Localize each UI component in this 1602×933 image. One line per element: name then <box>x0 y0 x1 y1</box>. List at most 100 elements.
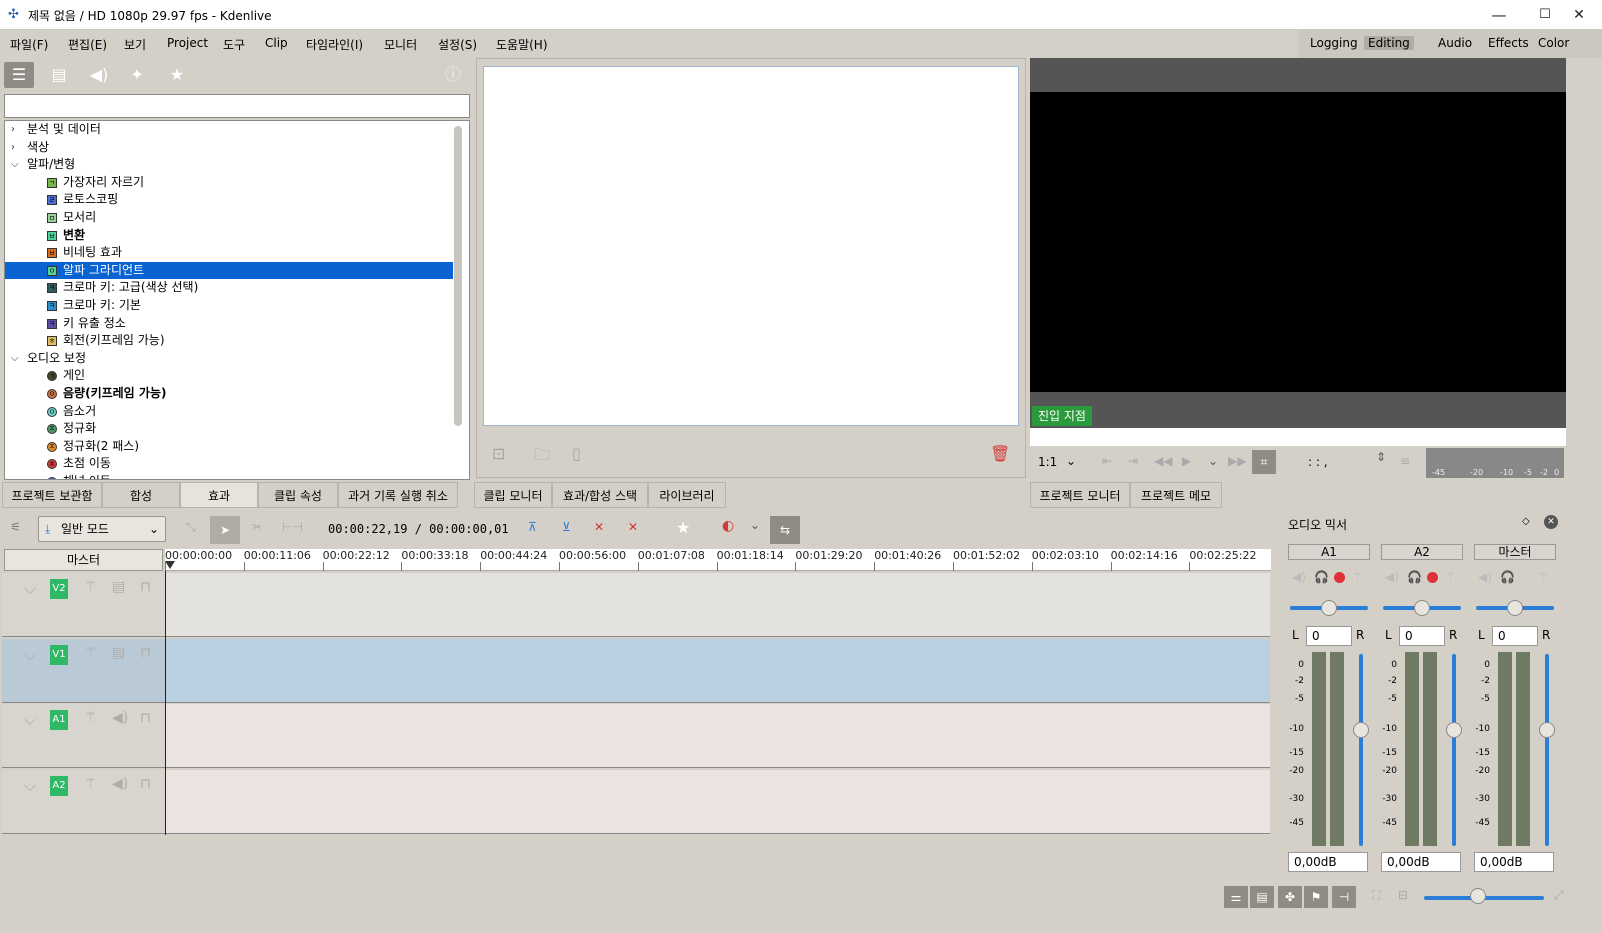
chevron-down-icon[interactable]: ⌄ <box>1066 454 1076 468</box>
razor-icon[interactable]: ✂ <box>252 520 262 534</box>
list-view-icon[interactable]: ☰ <box>4 62 34 88</box>
slip-icon[interactable]: ⊢⊣ <box>282 520 303 534</box>
menu-settings[interactable]: 설정(S) <box>438 36 477 53</box>
track-lane[interactable] <box>166 573 1270 637</box>
tab-project-monitor[interactable]: 프로젝트 모니터 <box>1030 482 1130 508</box>
select-tool-icon[interactable]: ➤ <box>210 516 240 544</box>
volume-fader-knob[interactable] <box>1539 722 1555 738</box>
folder-icon[interactable]: 🗀 <box>534 444 550 471</box>
pan-spinbox[interactable]: 0 <box>1306 626 1352 646</box>
tab-clip-monitor[interactable]: 클립 모니터 <box>474 482 552 508</box>
effects-wand-icon[interactable]: ⚚ <box>84 579 97 595</box>
effect-item[interactable]: ㅊ 채널 이동 <box>5 473 453 479</box>
layout-color[interactable]: Color <box>1534 36 1573 50</box>
pan-knob[interactable] <box>1321 600 1337 616</box>
layout-editing[interactable]: Editing <box>1364 36 1414 50</box>
collapse-icon[interactable]: ⌵ <box>24 645 36 665</box>
lock-icon[interactable]: ⊓ <box>140 579 151 595</box>
collapse-icon[interactable]: ⌵ <box>24 579 36 599</box>
tab-effect-stack[interactable]: 효과/합성 스택 <box>552 482 648 508</box>
tab-effects[interactable]: 효과 <box>180 482 258 508</box>
collapse-icon[interactable]: ⌵ <box>24 776 36 796</box>
favorite-icon[interactable]: ★ <box>676 518 690 537</box>
effects-icon[interactable]: ⚚ <box>1538 570 1549 584</box>
collapse-icon[interactable]: ⌵ <box>24 710 36 730</box>
clip-icon[interactable]: ▯ <box>572 444 581 463</box>
effect-item[interactable]: ㅇ 음소거 <box>5 403 453 420</box>
tab-clip-properties[interactable]: 클립 속성 <box>258 482 338 508</box>
effect-item[interactable]: ㅊ 초점 이동 <box>5 455 453 472</box>
layout-logging[interactable]: Logging <box>1306 36 1362 50</box>
tab-library[interactable]: 라이브러리 <box>648 482 726 508</box>
effect-item[interactable]: ㅂ 변환 <box>5 227 453 244</box>
volume-db-spinbox[interactable]: 0,00dB <box>1474 852 1554 872</box>
zoom-select[interactable]: 1:1 <box>1038 455 1057 469</box>
mute-audio-icon[interactable]: ◀) <box>112 710 128 726</box>
track-header[interactable]: ⌵ A1 ⚚ ◀) ⊓ <box>2 704 165 768</box>
layout-effects[interactable]: Effects <box>1484 36 1533 50</box>
effect-category[interactable]: › 분석 및 데이터 <box>5 121 453 138</box>
chevron-right-icon[interactable]: › <box>11 139 21 156</box>
lock-icon[interactable]: ⊓ <box>140 710 151 726</box>
effect-item[interactable]: ㅁ 모서리 <box>5 209 453 226</box>
menu-monitor[interactable]: 모니터 <box>384 36 417 53</box>
track-lane[interactable] <box>166 704 1270 768</box>
spin-icon[interactable]: ⇕ <box>1376 450 1386 464</box>
effects-wand-icon[interactable]: ⚚ <box>84 645 97 661</box>
volume-fader[interactable] <box>1452 654 1456 846</box>
layout-audio[interactable]: Audio <box>1434 36 1476 50</box>
menu-clip[interactable]: Clip <box>265 36 288 50</box>
track-header[interactable]: ⌵ V2 ⚚ ▤ ⊓ <box>2 573 165 637</box>
volume-db-spinbox[interactable]: 0,00dB <box>1288 852 1368 872</box>
snap-icon[interactable]: ⊣ <box>1332 886 1356 908</box>
effect-item[interactable]: ㅇ 알파 그라디언트 <box>5 261 453 279</box>
favorites-icon[interactable]: ★ <box>162 62 192 88</box>
project-monitor-ruler[interactable] <box>1030 428 1566 446</box>
effect-item[interactable]: ㅈ 정규화 <box>5 420 453 437</box>
record-icon[interactable] <box>1334 572 1345 583</box>
effect-item[interactable]: ㅋ 키 유출 정소 <box>5 315 453 332</box>
timeline-timecode[interactable]: 00:00:22,19 / 00:00:00,01 <box>328 522 509 536</box>
mute-audio-icon[interactable]: ◀) <box>112 776 128 792</box>
effect-item[interactable]: ㄱ 게인 <box>5 367 453 384</box>
project-monitor-view[interactable] <box>1030 92 1566 392</box>
effects-icon[interactable]: ⚚ <box>1445 570 1456 584</box>
effect-category[interactable]: › 색상 <box>5 139 453 156</box>
track-lane[interactable] <box>166 638 1270 703</box>
track-header[interactable]: ⌵ V1 ⚚ ▤ ⊓ <box>2 638 165 703</box>
markers-icon[interactable]: ⚑ <box>1304 886 1328 908</box>
overwrite-icon[interactable]: ⊻ <box>562 520 571 534</box>
set-out-icon[interactable]: ⇥ <box>1128 454 1138 468</box>
solo-icon[interactable]: 🎧 <box>1407 570 1422 584</box>
menu-file[interactable]: 파일(F) <box>10 36 48 53</box>
effect-category[interactable]: ⌵ 알파/변형 <box>5 156 453 173</box>
menu-timeline[interactable]: 타임라인(I) <box>306 36 363 53</box>
hide-video-icon[interactable]: ▤ <box>112 645 125 661</box>
chevron-down-icon[interactable]: ⌵ <box>11 156 21 173</box>
close-icon[interactable]: ✕ <box>1544 515 1558 529</box>
menu-view[interactable]: 보기 <box>124 36 146 53</box>
effect-category[interactable]: ⌵ 오디오 보정 <box>5 350 453 367</box>
track-height-icon[interactable]: ⚌ <box>1224 886 1248 908</box>
zoom-slider-knob[interactable] <box>1470 888 1486 904</box>
effects-search-input[interactable] <box>4 94 470 118</box>
crop-icon[interactable]: ⌗ <box>1252 450 1276 474</box>
effects-icon[interactable]: ⚚ <box>1352 570 1363 584</box>
tab-compositions[interactable]: 합성 <box>102 482 180 508</box>
hide-video-icon[interactable]: ▤ <box>112 579 125 595</box>
effects-wand-icon[interactable]: ⚚ <box>84 776 97 792</box>
effects-scrollbar[interactable] <box>454 126 462 426</box>
minimize-button[interactable]: — <box>1476 0 1522 30</box>
master-button[interactable]: 마스터 <box>4 549 163 571</box>
effect-item[interactable]: ㅋ 크로마 키: 고급(색상 선택) <box>5 279 453 296</box>
lock-icon[interactable]: ⊓ <box>140 776 151 792</box>
audio-effects-icon[interactable]: ◀) <box>84 62 114 88</box>
solo-icon[interactable]: 🎧 <box>1500 570 1515 584</box>
timeline-ruler[interactable]: 00:00:00:00 00:00:11:06 00:00:22:12 00:00:3… <box>165 549 1271 571</box>
zoom-in-icon[interactable]: ⤢ <box>1554 888 1564 903</box>
chevron-right-icon[interactable]: › <box>11 121 21 138</box>
insert-icon[interactable]: ⊼ <box>528 520 537 534</box>
spacer-icon[interactable]: ⤡ <box>186 520 196 535</box>
close-button[interactable]: ✕ <box>1556 0 1602 30</box>
info-icon[interactable]: ⓘ <box>438 62 468 88</box>
